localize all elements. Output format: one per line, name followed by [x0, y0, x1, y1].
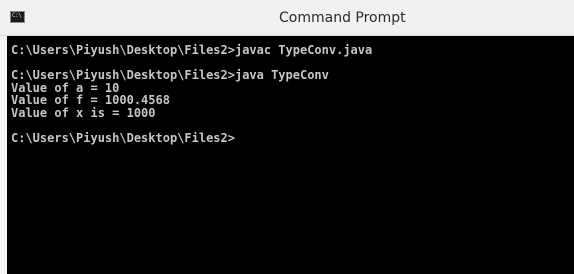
- console-output[interactable]: C:\Users\Piyush\Desktop\Files2>javac Typ…: [7, 36, 574, 274]
- console-line-java-command: C:\Users\Piyush\Desktop\Files2>java Type…: [11, 68, 329, 82]
- command-prompt-window: C:\ Command Prompt C:\Users\Piyush\Deskt…: [0, 0, 574, 274]
- cmd-app-icon[interactable]: C:\: [10, 11, 25, 23]
- console-line-javac-command: C:\Users\Piyush\Desktop\Files2>javac Typ…: [11, 43, 373, 57]
- cmd-icon-glyph: C:\: [12, 12, 22, 19]
- title-bar[interactable]: C:\ Command Prompt: [0, 0, 574, 36]
- console-line-output-x: Value of x is = 1000: [11, 105, 156, 120]
- console-prompt-line[interactable]: C:\Users\Piyush\Desktop\Files2>: [11, 131, 574, 145]
- window-title: Command Prompt: [279, 10, 406, 26]
- console-line-output-f: Value of f = 1000.4568: [11, 93, 170, 107]
